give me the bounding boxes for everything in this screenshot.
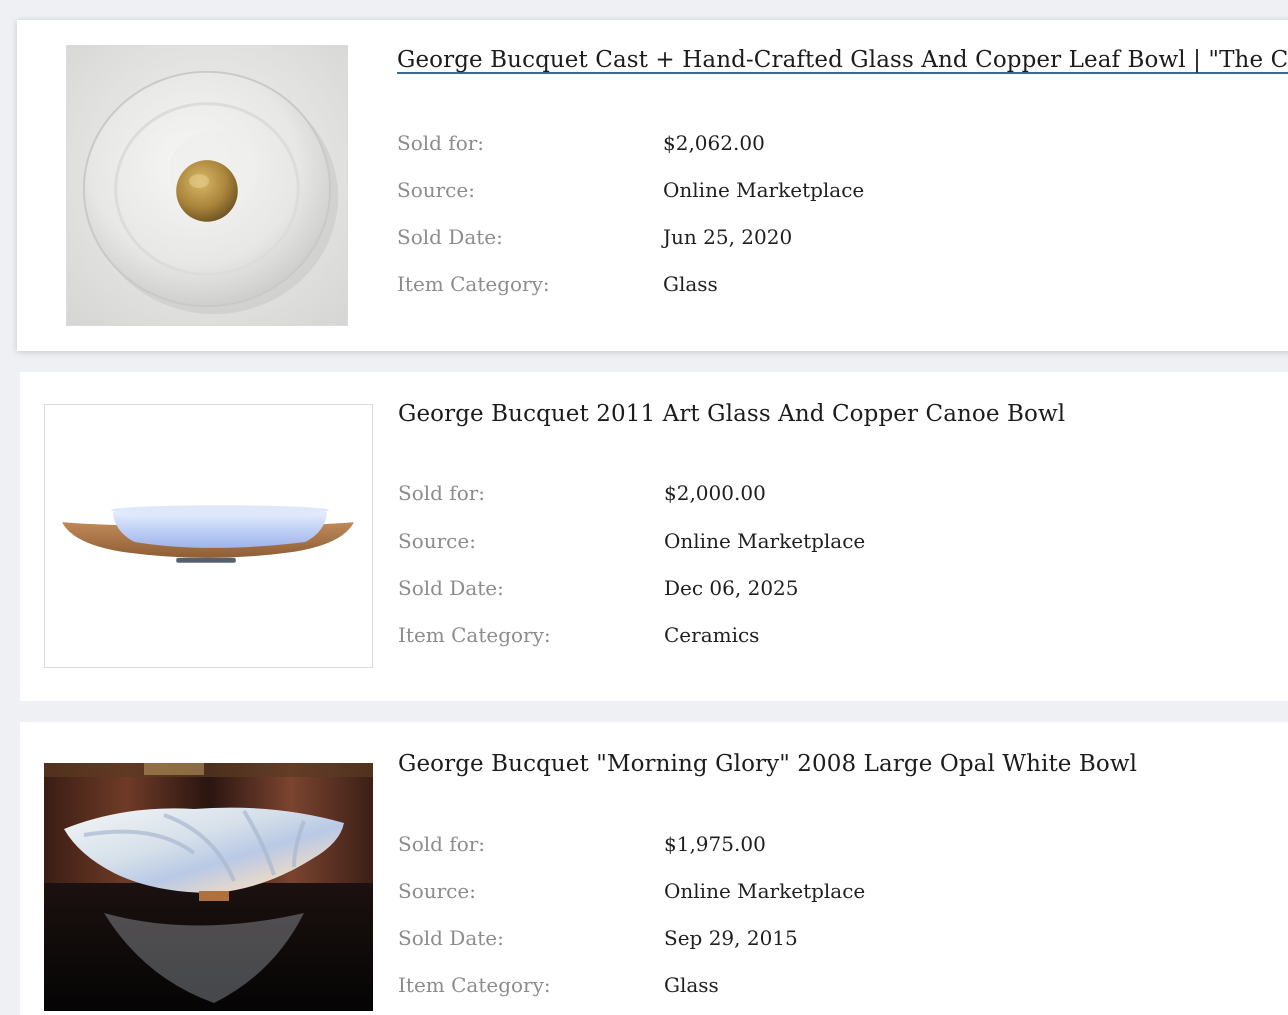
sold-date-label: Sold Date:	[397, 225, 503, 249]
listing-thumbnail[interactable]	[44, 763, 373, 1011]
sold-date-label: Sold Date:	[398, 576, 504, 600]
item-category-value: Glass	[663, 272, 718, 296]
source-label: Source:	[397, 178, 475, 202]
listing-thumbnail[interactable]	[44, 404, 373, 668]
source-label: Source:	[398, 529, 476, 553]
sold-date-value: Dec 06, 2025	[664, 576, 799, 600]
item-category-label: Item Category:	[397, 272, 550, 296]
sold-price-value: $2,062.00	[663, 131, 765, 155]
source-value: Online Marketplace	[664, 529, 866, 553]
morning-glory-bowl-image	[44, 763, 373, 1011]
source-label: Source:	[398, 879, 476, 903]
source-value: Online Marketplace	[664, 879, 866, 903]
listing-title-link[interactable]: George Bucquet 2011 Art Glass And Copper…	[398, 401, 1065, 427]
listing-card[interactable]: George Bucquet 2011 Art Glass And Copper…	[20, 372, 1288, 701]
sold-price-label: Sold for:	[397, 131, 485, 155]
item-category-label: Item Category:	[398, 973, 551, 997]
listing-thumbnail[interactable]	[66, 45, 348, 326]
source-value: Online Marketplace	[663, 178, 865, 202]
circle-bowl-image	[67, 46, 347, 325]
sold-price-value: $1,975.00	[664, 832, 766, 856]
listing-card[interactable]: George Bucquet Cast + Hand-Crafted Glass…	[17, 20, 1288, 351]
sold-date-value: Jun 25, 2020	[663, 225, 793, 249]
listing-card[interactable]: George Bucquet "Morning Glory" 2008 Larg…	[20, 722, 1288, 1015]
sold-price-value: $2,000.00	[664, 481, 766, 505]
sold-price-label: Sold for:	[398, 481, 486, 505]
item-category-value: Glass	[664, 973, 719, 997]
item-category-value: Ceramics	[664, 623, 760, 647]
sold-price-label: Sold for:	[398, 832, 486, 856]
sold-date-value: Sep 29, 2015	[664, 926, 798, 950]
listing-title-link[interactable]: George Bucquet "Morning Glory" 2008 Larg…	[398, 751, 1137, 777]
canoe-bowl-image	[45, 405, 372, 667]
item-category-label: Item Category:	[398, 623, 551, 647]
listing-title-link[interactable]: George Bucquet Cast + Hand-Crafted Glass…	[397, 47, 1288, 73]
sold-date-label: Sold Date:	[398, 926, 504, 950]
sold-listings: George Bucquet Cast + Hand-Crafted Glass…	[0, 0, 1288, 1015]
